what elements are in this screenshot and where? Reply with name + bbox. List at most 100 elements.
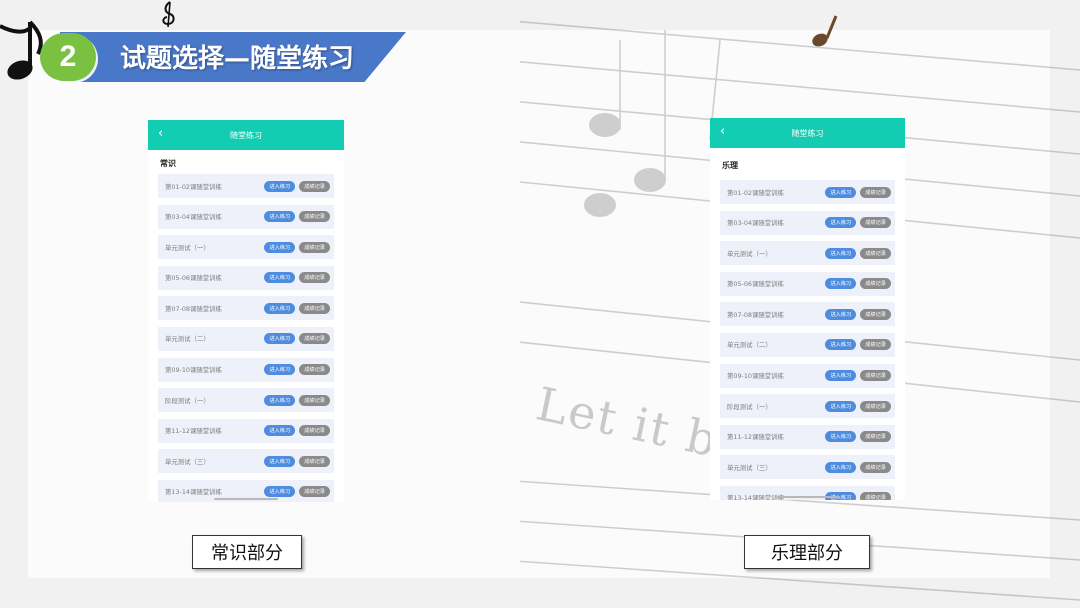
music-note-icon <box>0 20 43 80</box>
score-record-button[interactable]: 成绩记录 <box>299 364 330 376</box>
enter-practice-button[interactable]: 进入练习 <box>825 186 857 198</box>
list-item-label: 第09-10课随堂训练 <box>165 366 222 375</box>
list-item-label: 单元测试（一） <box>727 249 772 258</box>
score-record-button[interactable]: 成绩记录 <box>299 394 330 406</box>
list-item: 单元测试（二） 进入练习 成绩记录 <box>720 332 895 357</box>
enter-practice-button[interactable]: 进入练习 <box>264 180 296 192</box>
list-item: 第11-12课随堂训练 进入练习 成绩记录 <box>158 418 334 443</box>
enter-practice-button[interactable]: 进入练习 <box>264 241 296 253</box>
score-record-button[interactable]: 成绩记录 <box>299 486 330 498</box>
list-item: 第09-10课随堂训练 进入练习 成绩记录 <box>720 363 895 388</box>
list-item-label: 单元测试（二） <box>727 341 772 350</box>
list-item: 第05-06课随堂训练 进入练习 成绩记录 <box>158 265 334 290</box>
app-header-title: 随堂练习 <box>230 130 262 140</box>
score-record-button[interactable]: 成绩记录 <box>299 211 330 223</box>
list-item: 单元测试（一） 进入练习 成绩记录 <box>720 241 895 266</box>
enter-practice-button[interactable]: 进入练习 <box>825 370 857 382</box>
phone-screen-common-knowledge: ‹ 随堂练习 常识 第01-02课随堂训练 进入练习 成绩记录 第03-04课随堂训练… <box>148 120 344 502</box>
score-record-button[interactable]: 成绩记录 <box>860 247 891 259</box>
caption-common-knowledge: 常识部分 <box>192 535 302 569</box>
list-item: 单元测试（一） 进入练习 成绩记录 <box>158 235 334 260</box>
list-item: 第07-08课随堂训练 进入练习 成绩记录 <box>720 302 895 327</box>
enter-practice-button[interactable]: 进入练习 <box>264 425 296 437</box>
score-record-button[interactable]: 成绩记录 <box>860 461 891 473</box>
list-item-label: 第07-08课随堂训练 <box>727 310 784 319</box>
chevron-left-icon[interactable]: ‹ <box>158 127 163 141</box>
caption-music-theory: 乐理部分 <box>744 535 870 569</box>
list-item-label: 阶段测试（一） <box>165 396 210 405</box>
chevron-left-icon[interactable]: ‹ <box>720 125 725 139</box>
score-record-button[interactable]: 成绩记录 <box>860 278 891 290</box>
list-item: 第03-04课随堂训练 进入练习 成绩记录 <box>720 210 895 235</box>
scroll-indicator[interactable] <box>214 498 278 500</box>
score-record-button[interactable]: 成绩记录 <box>299 272 330 284</box>
list-item: 阶段测试（一） 进入练习 成绩记录 <box>158 388 334 413</box>
enter-practice-button[interactable]: 进入练习 <box>264 486 296 498</box>
list-item-label: 第11-12课随堂训练 <box>165 427 222 436</box>
app-header: ‹ 随堂练习 <box>710 118 905 148</box>
list-item: 单元测试（三） 进入练习 成绩记录 <box>720 455 895 480</box>
list-item-label: 第01-02课随堂训练 <box>165 182 222 191</box>
list-item-label: 阶段测试（一） <box>727 402 772 411</box>
list-item: 单元测试（三） 进入练习 成绩记录 <box>158 449 334 474</box>
score-record-button[interactable]: 成绩记录 <box>299 333 330 345</box>
list-item-label: 单元测试（三） <box>727 463 772 472</box>
list-item-label: 第05-06课随堂训练 <box>727 280 784 289</box>
list-item: 第03-04课随堂训练 进入练习 成绩记录 <box>158 204 334 229</box>
section-heading: 常识 <box>160 159 176 168</box>
list-item: 第01-02课随堂训练 进入练习 成绩记录 <box>158 174 334 198</box>
score-record-button[interactable]: 成绩记录 <box>860 217 891 229</box>
enter-practice-button[interactable]: 进入练习 <box>825 217 857 229</box>
page-title: 试题选择—随堂练习 <box>120 44 355 74</box>
list-item-label: 第07-08课随堂训练 <box>165 304 222 313</box>
app-header: ‹ 随堂练习 <box>148 120 344 150</box>
enter-practice-button[interactable]: 进入练习 <box>264 394 296 406</box>
list-item: 第11-12课随堂训练 进入练习 成绩记录 <box>720 424 895 449</box>
enter-practice-button[interactable]: 进入练习 <box>825 308 857 320</box>
score-record-button[interactable]: 成绩记录 <box>299 302 330 314</box>
enter-practice-button[interactable]: 进入练习 <box>825 247 857 259</box>
list-item: 第09-10课随堂训练 进入练习 成绩记录 <box>158 357 334 382</box>
score-record-button[interactable]: 成绩记录 <box>299 241 330 253</box>
score-record-button[interactable]: 成绩记录 <box>860 492 891 500</box>
list-item-label: 单元测试（二） <box>165 335 210 344</box>
score-record-button[interactable]: 成绩记录 <box>860 370 891 382</box>
enter-practice-button[interactable]: 进入练习 <box>825 339 857 351</box>
enter-practice-button[interactable]: 进入练习 <box>825 278 857 290</box>
list-item-label: 第09-10课随堂训练 <box>727 372 784 381</box>
list-item-label: 第11-12课随堂训练 <box>727 433 784 442</box>
list-item-label: 第03-04课随堂训练 <box>165 213 222 222</box>
enter-practice-button[interactable]: 进入练习 <box>264 211 296 223</box>
list-item: 单元测试（二） 进入练习 成绩记录 <box>158 326 334 351</box>
list-item-label: 第03-04课随堂训练 <box>727 219 784 228</box>
list-item-label: 第05-06课随堂训练 <box>165 274 222 283</box>
score-record-button[interactable]: 成绩记录 <box>860 431 891 443</box>
enter-practice-button[interactable]: 进入练习 <box>825 461 857 473</box>
exercise-list: 第01-02课随堂训练 进入练习 成绩记录 第03-04课随堂训练 进入练习 成绩记录 单元… <box>710 180 905 500</box>
enter-practice-button[interactable]: 进入练习 <box>264 272 296 284</box>
app-header-title: 随堂练习 <box>791 128 824 138</box>
list-item: 第07-08课随堂训练 进入练习 成绩记录 <box>158 296 334 321</box>
exercise-list: 第01-02课随堂训练 进入练习 成绩记录 第03-04课随堂训练 进入练习 成绩记录 单元… <box>148 174 344 502</box>
score-record-button[interactable]: 成绩记录 <box>860 308 891 320</box>
list-item-label: 单元测试（三） <box>165 457 210 466</box>
score-record-button[interactable]: 成绩记录 <box>860 339 891 351</box>
section-number-badge: 2 <box>40 33 96 81</box>
treble-clef-icon <box>162 1 175 28</box>
enter-practice-button[interactable]: 进入练习 <box>264 364 296 376</box>
score-record-button[interactable]: 成绩记录 <box>299 180 330 192</box>
scroll-indicator[interactable] <box>775 496 840 498</box>
score-record-button[interactable]: 成绩记录 <box>299 425 330 437</box>
enter-practice-button[interactable]: 进入练习 <box>264 302 296 314</box>
enter-practice-button[interactable]: 进入练习 <box>264 333 296 345</box>
list-item-label: 第13-14课随堂训练 <box>165 488 222 497</box>
list-item: 第01-02课随堂训练 进入练习 成绩记录 <box>720 180 895 204</box>
list-item: 阶段测试（一） 进入练习 成绩记录 <box>720 394 895 419</box>
score-record-button[interactable]: 成绩记录 <box>299 455 330 467</box>
enter-practice-button[interactable]: 进入练习 <box>825 400 857 412</box>
section-heading: 乐理 <box>722 161 738 170</box>
enter-practice-button[interactable]: 进入练习 <box>264 455 296 467</box>
score-record-button[interactable]: 成绩记录 <box>860 186 891 198</box>
enter-practice-button[interactable]: 进入练习 <box>825 431 857 443</box>
score-record-button[interactable]: 成绩记录 <box>860 400 891 412</box>
